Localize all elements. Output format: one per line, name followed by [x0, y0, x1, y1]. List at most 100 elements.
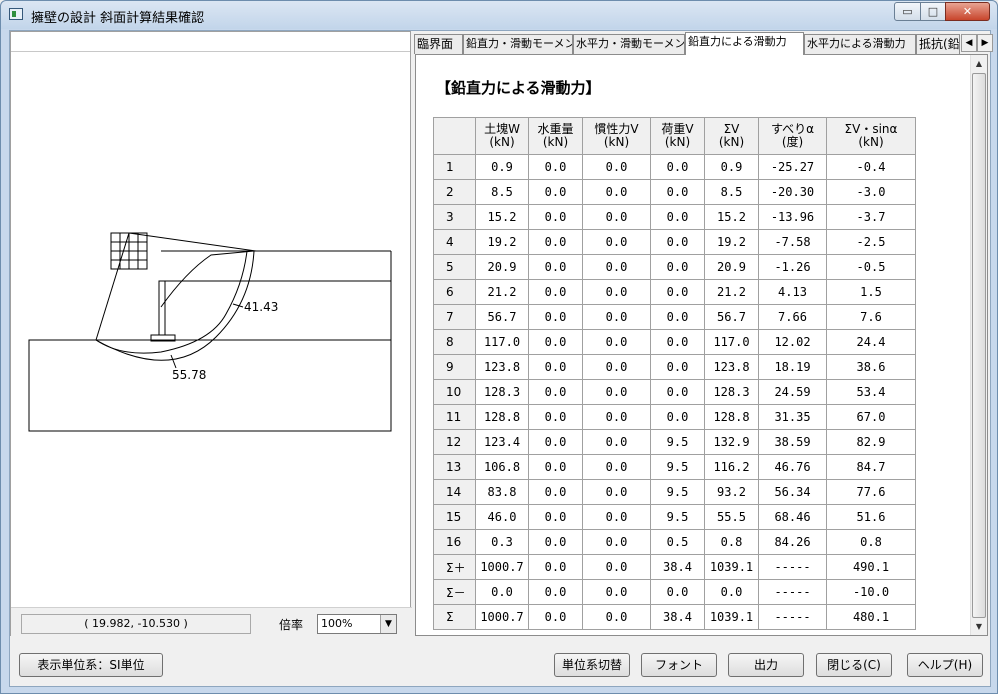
row-label: 9: [433, 354, 476, 380]
drawing-toolbar-strip: [11, 32, 410, 52]
table-cell: 0.0: [582, 404, 651, 430]
table-row: 11 128.8 0.0 0.0 0.0 128.8 31.35 67.0: [433, 404, 916, 430]
table-cell: 0.0: [528, 304, 583, 330]
table-cell: 53.4: [826, 379, 916, 405]
tab-vertical-sliding-force[interactable]: 鉛直力による滑動力: [685, 32, 804, 55]
tab-vertical-moment[interactable]: 鉛直力・滑動モーメント: [463, 34, 573, 54]
font-button[interactable]: フォント: [641, 653, 717, 677]
row-label: 2: [433, 179, 476, 205]
table-cell: 0.0: [582, 454, 651, 480]
table-cell: 46.0: [475, 504, 529, 530]
table-cell: 0.0: [582, 529, 651, 555]
output-button[interactable]: 出力: [728, 653, 804, 677]
scroll-thumb[interactable]: [972, 73, 986, 618]
table-cell: 0.0: [528, 254, 583, 280]
table-cell: 0.0: [582, 204, 651, 230]
coordinate-readout: ( 19.982, -10.530 ): [21, 614, 251, 634]
table-cell: -2.5: [826, 229, 916, 255]
chevron-down-icon[interactable]: ▼: [380, 615, 396, 633]
table-cell: 4.13: [758, 279, 827, 305]
scroll-down-icon[interactable]: ▼: [971, 618, 987, 635]
table-cell: 0.0: [475, 579, 529, 605]
table-cell: 0.0: [528, 404, 583, 430]
drawing-panel[interactable]: 41.43 55.78 ( 19.982, -10.530 ) 倍率 100% …: [10, 31, 412, 637]
close-window-button[interactable]: ✕: [945, 2, 990, 21]
switch-units-button[interactable]: 単位系切替: [554, 653, 630, 677]
table-cell: 68.46: [758, 504, 827, 530]
table-row: 2 8.5 0.0 0.0 0.0 8.5 -20.30 -3.0: [433, 179, 916, 205]
table-cell: 8.5: [475, 179, 529, 205]
table-cell: 0.0: [528, 479, 583, 505]
tab-scroll-left-icon[interactable]: ◀: [961, 34, 977, 52]
table-header-row: 土塊W (kN) 水重量 (kN) 慣性力V (kN) 荷重V (kN) ΣV (kN) …: [433, 117, 916, 155]
table-cell: -25.27: [758, 154, 827, 180]
table-cell: 0.0: [528, 504, 583, 530]
table-cell: 31.35: [758, 404, 827, 430]
table-cell: 46.76: [758, 454, 827, 480]
table-cell: 15.2: [475, 204, 529, 230]
table-cell: 0.0: [650, 279, 705, 305]
table-cell: 0.8: [826, 529, 916, 555]
table-cell: -10.0: [826, 579, 916, 605]
table-cell: 38.6: [826, 354, 916, 380]
tab-horizontal-moment[interactable]: 水平力・滑動モーメント: [573, 34, 685, 54]
slip-arc-3: [160, 250, 255, 308]
table-cell: 38.4: [650, 604, 705, 630]
table-cell: 1000.7: [475, 604, 529, 630]
table-cell: 0.8: [704, 529, 759, 555]
minimize-button[interactable]: ▭: [894, 2, 921, 21]
table-cell: 77.6: [826, 479, 916, 505]
table-row: Σ－ 0.0 0.0 0.0 0.0 0.0 ----- -10.0: [433, 579, 916, 605]
table-row: 4 19.2 0.0 0.0 0.0 19.2 -7.58 -2.5: [433, 229, 916, 255]
row-label: Σ: [433, 604, 476, 630]
maximize-button[interactable]: □: [920, 2, 946, 21]
slope-line-2: [128, 232, 257, 252]
table-body: 1 0.9 0.0 0.0 0.0 0.9 -25.27 -0.4 2 8.5 0.0 0.0 0.0 8…: [433, 154, 916, 630]
tab-critical-surface[interactable]: 臨界面: [414, 34, 463, 54]
table-row: Σ＋ 1000.7 0.0 0.0 38.4 1039.1 ----- 490.1: [433, 554, 916, 580]
table-cell: 7.66: [758, 304, 827, 330]
table-cell: 117.0: [475, 329, 529, 355]
table-cell: 0.0: [704, 579, 759, 605]
tab-resistance[interactable]: 抵抗(鉛: [916, 34, 960, 54]
table-cell: 20.9: [475, 254, 529, 280]
col-header: 荷重V (kN): [650, 117, 705, 155]
table-cell: 15.2: [704, 204, 759, 230]
table-row: Σ 1000.7 0.0 0.0 38.4 1039.1 ----- 480.1: [433, 604, 916, 630]
tab-horizontal-sliding-force[interactable]: 水平力による滑動力: [804, 34, 916, 54]
result-tabs: 臨界面 鉛直力・滑動モーメント 水平力・滑動モーメント 鉛直力による滑動力 水平…: [414, 32, 993, 55]
table-cell: 20.9: [704, 254, 759, 280]
row-label: 8: [433, 329, 476, 355]
table-cell: 9.5: [650, 429, 705, 455]
table-cell: 82.9: [826, 429, 916, 455]
row-label: 10: [433, 379, 476, 405]
table-cell: 1039.1: [704, 554, 759, 580]
drawing-status-bar: ( 19.982, -10.530 ) 倍率 100% ▼: [11, 607, 412, 637]
table-cell: 24.59: [758, 379, 827, 405]
zoom-label: 倍率: [279, 618, 304, 632]
table-cell: 0.0: [582, 229, 651, 255]
table-cell: -7.58: [758, 229, 827, 255]
table-cell: 0.9: [475, 154, 529, 180]
table-cell: 0.0: [528, 154, 583, 180]
vertical-scrollbar[interactable]: ▲ ▼: [970, 55, 987, 635]
table-cell: 0.0: [528, 379, 583, 405]
table-cell: 128.8: [475, 404, 529, 430]
table-row: 7 56.7 0.0 0.0 0.0 56.7 7.66 7.6: [433, 304, 916, 330]
table-cell: -3.0: [826, 179, 916, 205]
table-cell: 128.3: [704, 379, 759, 405]
table-cell: 0.0: [650, 379, 705, 405]
zoom-select[interactable]: 100% ▼: [317, 614, 397, 634]
row-label: 6: [433, 279, 476, 305]
table-cell: 56.7: [475, 304, 529, 330]
table-row: 15 46.0 0.0 0.0 9.5 55.5 68.46 51.6: [433, 504, 916, 530]
table-cell: 0.0: [528, 354, 583, 380]
close-button[interactable]: 閉じる(C): [816, 653, 892, 677]
scroll-up-icon[interactable]: ▲: [971, 55, 987, 72]
tab-scroll-right-icon[interactable]: ▶: [977, 34, 993, 52]
help-button[interactable]: ヘルプ(H): [907, 653, 983, 677]
table-row: 1 0.9 0.0 0.0 0.0 0.9 -25.27 -0.4: [433, 154, 916, 180]
row-label: 4: [433, 229, 476, 255]
table-cell: 0.0: [528, 554, 583, 580]
col-header: 土塊W (kN): [475, 117, 529, 155]
